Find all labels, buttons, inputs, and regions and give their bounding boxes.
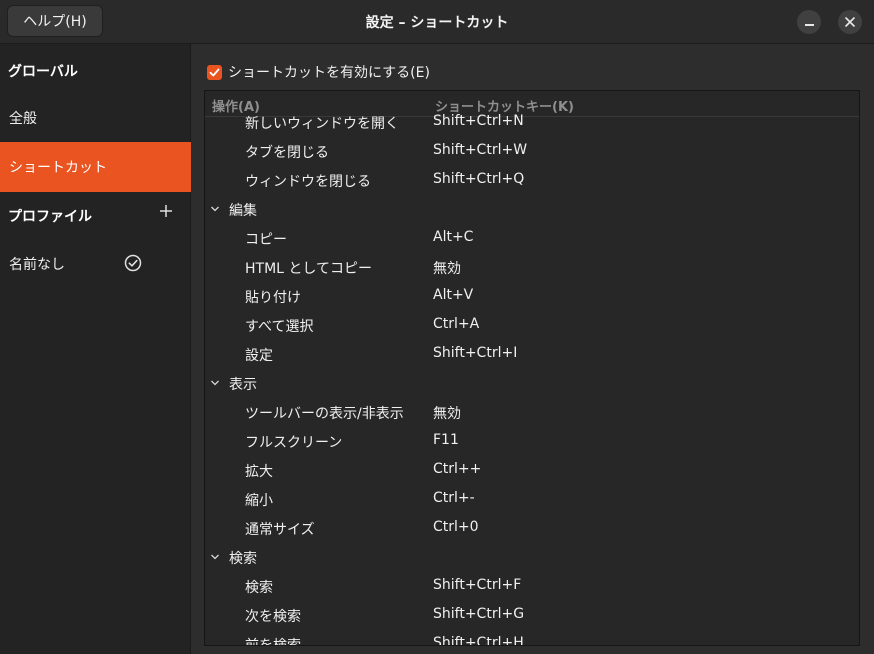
chevron-down-icon[interactable] <box>210 204 220 214</box>
shortcut-key[interactable]: Shift+Ctrl+Q <box>433 171 524 187</box>
shortcut-rows: 新しいウィンドウを開く Shift+Ctrl+N タブを閉じる Shift+Ctrl+… <box>205 113 859 646</box>
shortcut-key[interactable]: F11 <box>433 432 459 448</box>
shortcut-row[interactable]: 拡大 Ctrl++ <box>205 455 859 484</box>
sidebar-header-profiles: プロファイル <box>8 209 92 225</box>
action-label: HTML としてコピー <box>245 261 372 277</box>
sidebar: グローバル 全般 ショートカット プロファイル 名前なし <box>0 44 191 654</box>
chevron-down-icon[interactable] <box>210 552 220 562</box>
help-button[interactable]: ヘルプ(H) <box>7 5 103 37</box>
action-label: 拡大 <box>245 464 273 480</box>
shortcut-row[interactable]: 検索 Shift+Ctrl+F <box>205 571 859 600</box>
enable-shortcuts-checkbox[interactable] <box>207 64 222 80</box>
chevron-down-icon[interactable] <box>210 378 220 388</box>
group-label: 編集 <box>229 203 257 219</box>
action-label: フルスクリーン <box>245 435 343 451</box>
shortcut-key[interactable]: Ctrl+- <box>433 490 475 506</box>
shortcut-row[interactable]: コピー Alt+C <box>205 223 859 252</box>
sidebar-item-general[interactable]: 全般 <box>0 93 191 143</box>
action-label: ウィンドウを閉じる <box>245 174 371 190</box>
shortcut-key[interactable]: Ctrl+0 <box>433 519 479 535</box>
title-bar: ヘルプ(H) 設定 – ショートカット <box>0 0 874 44</box>
action-label: ツールバーの表示/非表示 <box>245 406 404 422</box>
shortcut-row[interactable]: すべて選択 Ctrl+A <box>205 310 859 339</box>
shortcut-row[interactable]: 貼り付け Alt+V <box>205 281 859 310</box>
group-row[interactable]: 表示 <box>205 368 859 397</box>
sidebar-item-shortcuts[interactable]: ショートカット <box>0 142 191 192</box>
action-label: 次を検索 <box>245 609 301 625</box>
shortcut-key[interactable]: Ctrl++ <box>433 461 481 477</box>
group-label: 表示 <box>229 377 257 393</box>
shortcut-key[interactable]: 無効 <box>433 403 461 423</box>
shortcut-row[interactable]: 次を検索 Shift+Ctrl+G <box>205 600 859 629</box>
shortcut-row[interactable]: 前を検索 Shift+Ctrl+H <box>205 629 859 646</box>
action-label: 前を検索 <box>245 638 301 646</box>
shortcut-row[interactable]: ツールバーの表示/非表示 無効 <box>205 397 859 426</box>
action-label: 縮小 <box>245 493 273 509</box>
shortcut-key[interactable]: Shift+Ctrl+W <box>433 142 527 158</box>
main-panel: ショートカットを有効にする(E) 操作(A) ショートカットキー(K) 新しいウ… <box>191 44 874 654</box>
shortcut-key[interactable]: Shift+Ctrl+N <box>433 113 524 129</box>
group-row[interactable]: 検索 <box>205 542 859 571</box>
shortcut-key[interactable]: Alt+C <box>433 229 473 245</box>
action-label: すべて選択 <box>245 319 314 335</box>
shortcuts-table: 操作(A) ショートカットキー(K) 新しいウィンドウを開く Shift+Ctrl… <box>204 90 860 646</box>
shortcut-key[interactable]: Alt+V <box>433 287 473 303</box>
shortcut-row[interactable]: HTML としてコピー 無効 <box>205 252 859 281</box>
window-title: 設定 – ショートカット <box>365 15 509 31</box>
shortcut-key[interactable]: 無効 <box>433 258 461 278</box>
action-label: 設定 <box>245 348 273 364</box>
minimize-button[interactable] <box>797 10 821 34</box>
action-label: 貼り付け <box>245 290 301 306</box>
close-icon <box>845 17 855 27</box>
shortcut-row[interactable]: 通常サイズ Ctrl+0 <box>205 513 859 542</box>
add-profile-icon[interactable] <box>158 203 174 219</box>
shortcut-row[interactable]: 縮小 Ctrl+- <box>205 484 859 513</box>
shortcut-key[interactable]: Ctrl+A <box>433 316 479 332</box>
action-label: 通常サイズ <box>245 522 315 538</box>
action-label: タブを閉じる <box>245 145 329 161</box>
shortcut-key[interactable]: Shift+Ctrl+G <box>433 606 524 622</box>
group-row[interactable]: 編集 <box>205 194 859 223</box>
shortcut-row[interactable]: 新しいウィンドウを開く Shift+Ctrl+N <box>205 107 859 136</box>
minimize-icon <box>804 23 814 26</box>
action-label: 新しいウィンドウを開く <box>245 116 399 132</box>
close-button[interactable] <box>838 10 862 34</box>
checkmark-icon <box>209 68 220 76</box>
enable-shortcuts-row[interactable]: ショートカットを有効にする(E) <box>207 62 430 82</box>
shortcut-key[interactable]: Shift+Ctrl+H <box>433 635 524 645</box>
shortcut-key[interactable]: Shift+Ctrl+F <box>433 577 521 593</box>
action-label: 検索 <box>245 580 273 596</box>
sidebar-item-profile-unnamed[interactable]: 名前なし <box>0 239 191 289</box>
default-profile-check-icon <box>124 254 142 272</box>
group-label: 検索 <box>229 551 257 567</box>
sidebar-header-global: グローバル <box>8 64 78 80</box>
shortcut-row[interactable]: 設定 Shift+Ctrl+I <box>205 339 859 368</box>
shortcut-row[interactable]: タブを閉じる Shift+Ctrl+W <box>205 136 859 165</box>
shortcut-key[interactable]: Shift+Ctrl+I <box>433 345 517 361</box>
shortcut-row[interactable]: フルスクリーン F11 <box>205 426 859 455</box>
shortcut-row[interactable]: ウィンドウを閉じる Shift+Ctrl+Q <box>205 165 859 194</box>
enable-shortcuts-label: ショートカットを有効にする(E) <box>228 65 430 81</box>
action-label: コピー <box>245 232 287 248</box>
